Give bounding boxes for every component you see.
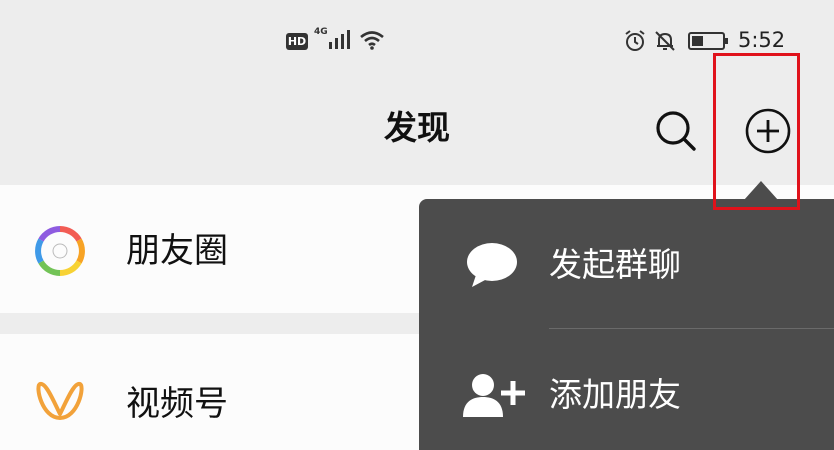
add-popup-menu: 发起群聊 添加朋友 bbox=[419, 199, 834, 450]
add-friend-icon bbox=[463, 374, 525, 417]
plus-circle-icon bbox=[745, 108, 791, 154]
network-type-label: 4G bbox=[314, 27, 328, 37]
chat-bubble-icon bbox=[467, 243, 517, 287]
mute-bell-icon bbox=[655, 31, 675, 51]
menu-item-label: 添加朋友 bbox=[549, 375, 681, 414]
clock-time: 5:52 bbox=[738, 28, 786, 52]
search-icon bbox=[656, 111, 696, 151]
list-item-label: 视频号 bbox=[126, 384, 228, 424]
signal-icon bbox=[329, 30, 350, 49]
menu-item-group-chat[interactable]: 发起群聊 bbox=[419, 199, 834, 329]
list-item-label: 朋友圈 bbox=[126, 231, 228, 271]
moments-aperture-icon bbox=[35, 226, 85, 276]
channels-butterfly-icon bbox=[36, 382, 84, 420]
popup-arrow bbox=[744, 181, 778, 200]
menu-item-add-friend[interactable]: 添加朋友 bbox=[419, 329, 834, 450]
search-button[interactable] bbox=[652, 107, 700, 155]
battery-icon bbox=[688, 32, 728, 50]
add-menu-button[interactable] bbox=[742, 107, 794, 157]
alarm-icon bbox=[625, 30, 645, 51]
hd-icon: HD bbox=[286, 33, 308, 50]
wifi-icon bbox=[360, 31, 384, 50]
page-title: 发现 bbox=[384, 108, 450, 147]
menu-item-label: 发起群聊 bbox=[549, 245, 681, 284]
status-bar: HD 4G 5:52 bbox=[0, 0, 834, 84]
